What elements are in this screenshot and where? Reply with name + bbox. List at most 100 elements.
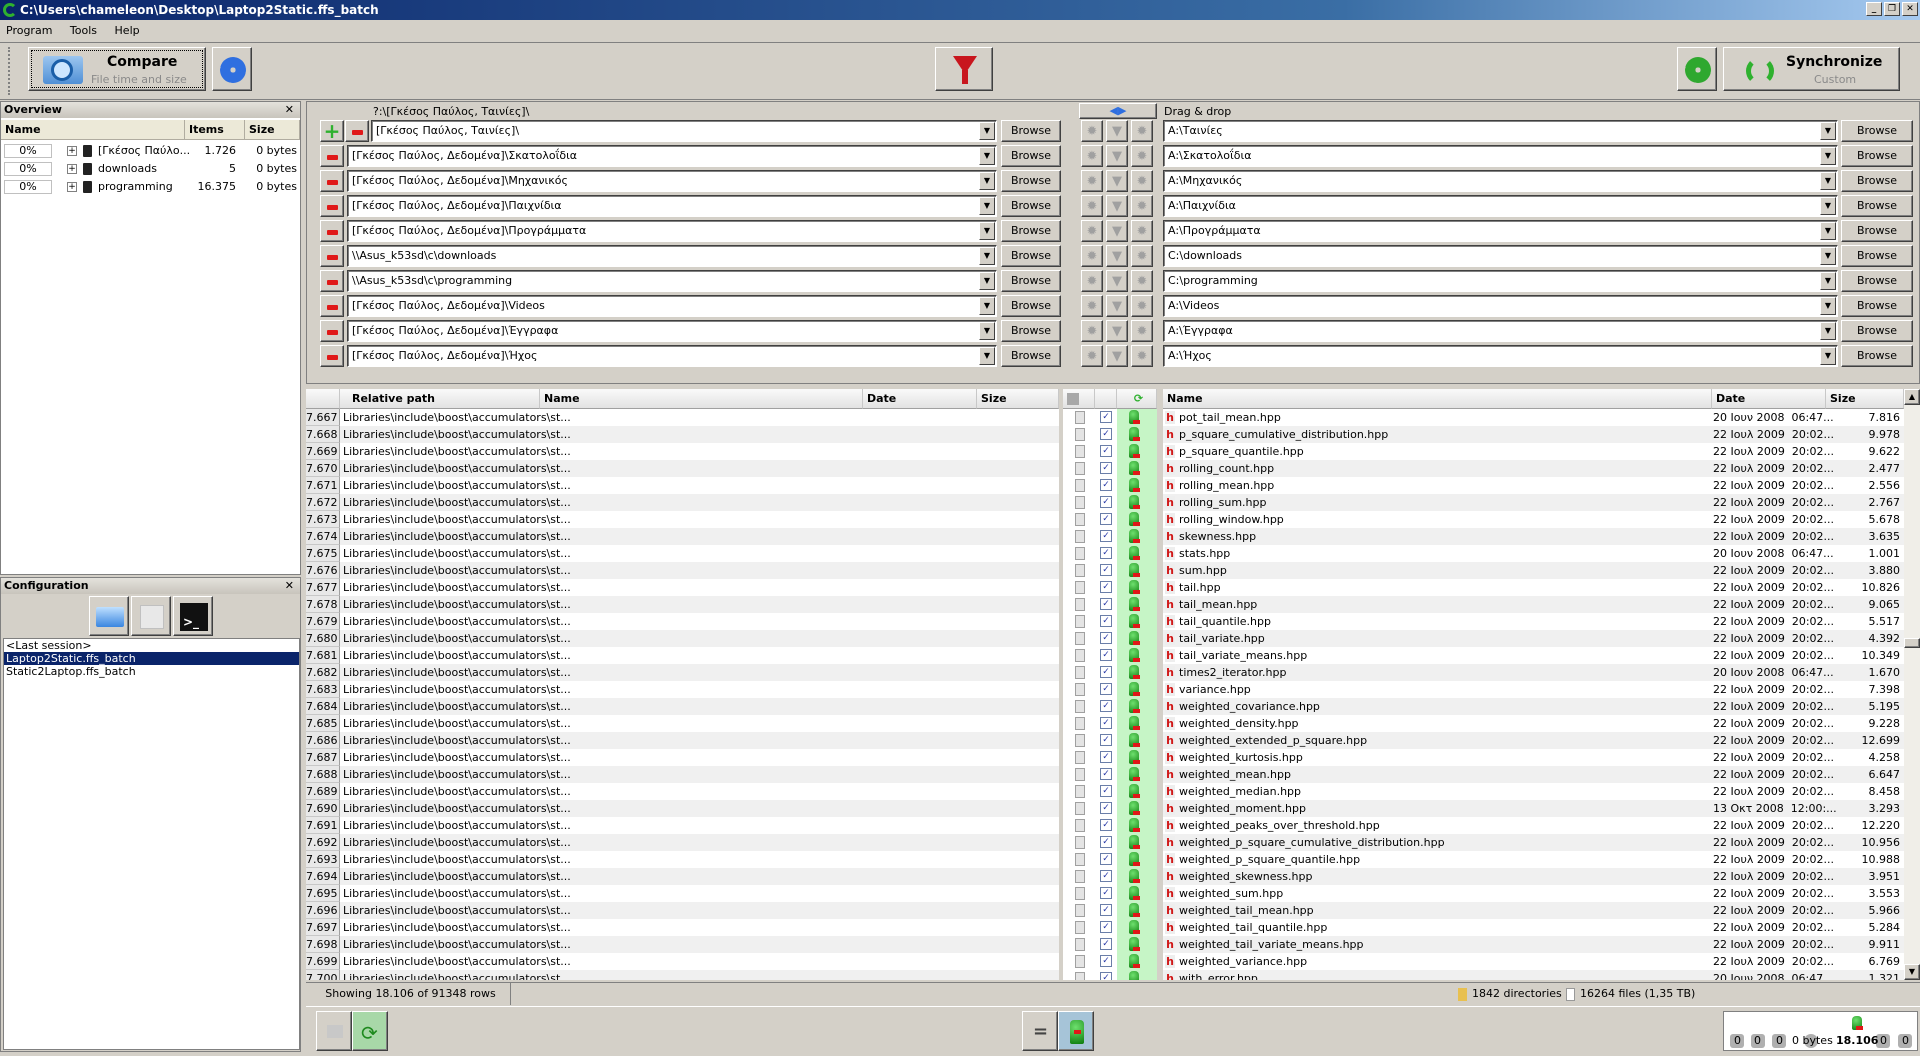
sync-action-icon[interactable] xyxy=(1129,495,1140,509)
toolbar-grip[interactable] xyxy=(8,47,11,95)
left-folder-input[interactable]: \\Asus_k53sd\c\downloads ▼ xyxy=(347,245,997,267)
remove-folder-pair-button[interactable] xyxy=(320,345,344,367)
restore-button[interactable]: ❐ xyxy=(1884,2,1900,16)
column-relative-path[interactable]: Relative path xyxy=(340,389,540,409)
dropdown-button[interactable]: ▼ xyxy=(1820,222,1836,240)
gear-pair-button[interactable]: ✹ xyxy=(1131,145,1153,167)
gear-pair-button[interactable]: ✹ xyxy=(1081,295,1103,317)
right-grid-row[interactable]: h weighted_p_square_cumulative_distributi… xyxy=(1163,834,1904,851)
middle-grid-row[interactable]: ✓ xyxy=(1063,613,1157,630)
dropdown-button[interactable]: ▼ xyxy=(979,197,995,215)
include-checkbox[interactable]: ✓ xyxy=(1100,564,1112,576)
include-checkbox[interactable]: ✓ xyxy=(1100,513,1112,525)
left-browse-button[interactable]: Browse xyxy=(1001,120,1061,142)
left-browse-button[interactable]: Browse xyxy=(1001,245,1061,267)
left-folder-input[interactable]: [Γκέσος Παύλος, Δεδομένα]\Προγράμματα ▼ xyxy=(347,220,997,242)
sync-action-icon[interactable] xyxy=(1129,971,1139,980)
show-equal-button[interactable]: = xyxy=(1022,1011,1058,1051)
middle-grid-row[interactable]: ✓ xyxy=(1063,562,1157,579)
left-grid-row[interactable]: 7.668 Libraries\include\boost\accumulator… xyxy=(306,426,1059,443)
middle-grid-row[interactable]: ✓ xyxy=(1063,596,1157,613)
column-left-size[interactable]: Size xyxy=(977,389,1059,409)
gear-pair-button[interactable]: ✹ xyxy=(1081,320,1103,342)
sync-action-icon[interactable] xyxy=(1129,546,1140,560)
dropdown-button[interactable]: ▼ xyxy=(1820,347,1836,365)
dropdown-button[interactable]: ▼ xyxy=(1820,272,1836,290)
filter-pair-button[interactable]: ▼ xyxy=(1106,345,1128,367)
include-checkbox[interactable]: ✓ xyxy=(1100,666,1112,678)
right-grid-row[interactable]: h weighted_kurtosis.hpp 22 Ιουλ 2009 20:02… xyxy=(1163,749,1904,766)
middle-grid-row[interactable]: ✓ xyxy=(1063,732,1157,749)
right-grid-row[interactable]: h weighted_median.hpp 22 Ιουλ 2009 20:02..… xyxy=(1163,783,1904,800)
left-browse-button[interactable]: Browse xyxy=(1001,170,1061,192)
include-checkbox[interactable]: ✓ xyxy=(1100,615,1112,627)
middle-grid-row[interactable]: ✓ xyxy=(1063,511,1157,528)
gear-pair-button[interactable]: ✹ xyxy=(1131,320,1153,342)
sync-action-icon[interactable] xyxy=(1129,954,1140,968)
dropdown-button[interactable]: ▼ xyxy=(979,347,995,365)
dropdown-button[interactable]: ▼ xyxy=(1820,122,1836,140)
middle-grid-row[interactable]: ✓ xyxy=(1063,800,1157,817)
dropdown-button[interactable]: ▼ xyxy=(1820,172,1836,190)
dropdown-button[interactable]: ▼ xyxy=(979,172,995,190)
middle-grid-row[interactable]: ✓ xyxy=(1063,970,1157,980)
middle-grid-row[interactable]: ✓ xyxy=(1063,426,1157,443)
include-checkbox[interactable]: ✓ xyxy=(1100,921,1112,933)
right-grid-row[interactable]: h skewness.hpp 22 Ιουλ 2009 20:02... 3.635 xyxy=(1163,528,1904,545)
view-action-button[interactable]: ⟳ xyxy=(352,1011,388,1051)
left-folder-input[interactable]: [Γκέσος Παύλος, Δεδομένα]\Ήχος ▼ xyxy=(347,345,997,367)
include-checkbox[interactable]: ✓ xyxy=(1100,853,1112,865)
include-checkbox[interactable]: ✓ xyxy=(1100,462,1112,474)
sync-settings-button[interactable] xyxy=(1677,47,1717,91)
right-grid-row[interactable]: h rolling_sum.hpp 22 Ιουλ 2009 20:02... 2.7… xyxy=(1163,494,1904,511)
left-browse-button[interactable]: Browse xyxy=(1001,195,1061,217)
gear-pair-button[interactable]: ✹ xyxy=(1131,220,1153,242)
left-folder-input[interactable]: [Γκέσος Παύλος, Δεδομένα]\Έγγραφα ▼ xyxy=(347,320,997,342)
column-left-date[interactable]: Date xyxy=(863,389,977,409)
remove-folder-pair-button[interactable] xyxy=(320,220,344,242)
gear-pair-button[interactable]: ✹ xyxy=(1081,345,1103,367)
include-checkbox[interactable]: ✓ xyxy=(1100,751,1112,763)
left-grid-row[interactable]: 7.685 Libraries\include\boost\accumulator… xyxy=(306,715,1059,732)
save-batch-button[interactable]: >_ xyxy=(173,596,213,636)
swap-sides-button[interactable]: ◀▶ xyxy=(1079,103,1157,119)
config-item[interactable]: <Last session> xyxy=(4,639,299,652)
middle-grid-row[interactable]: ✓ xyxy=(1063,664,1157,681)
sync-action-icon[interactable] xyxy=(1129,580,1140,594)
left-grid-row[interactable]: 7.694 Libraries\include\boost\accumulator… xyxy=(306,868,1059,885)
include-checkbox[interactable]: ✓ xyxy=(1100,819,1112,831)
sync-action-icon[interactable] xyxy=(1129,682,1140,696)
right-grid-row[interactable]: h tail_variate.hpp 22 Ιουλ 2009 20:02... 4.… xyxy=(1163,630,1904,647)
configuration-list[interactable]: <Last session> Laptop2Static.ffs_batch Sta… xyxy=(3,638,300,1050)
left-grid-row[interactable]: 7.676 Libraries\include\boost\accumulator… xyxy=(306,562,1059,579)
sync-action-icon[interactable] xyxy=(1129,733,1140,747)
sync-action-icon[interactable] xyxy=(1129,937,1140,951)
right-grid-row[interactable]: h weighted_skewness.hpp 22 Ιουλ 2009 20:02… xyxy=(1163,868,1904,885)
include-checkbox[interactable]: ✓ xyxy=(1100,836,1112,848)
left-grid-row[interactable]: 7.698 Libraries\include\boost\accumulator… xyxy=(306,936,1059,953)
middle-grid-row[interactable]: ✓ xyxy=(1063,834,1157,851)
include-checkbox[interactable]: ✓ xyxy=(1100,938,1112,950)
gear-pair-button[interactable]: ✹ xyxy=(1081,145,1103,167)
filter-pair-button[interactable]: ▼ xyxy=(1106,170,1128,192)
column-items[interactable]: Items xyxy=(185,120,245,140)
left-browse-button[interactable]: Browse xyxy=(1001,220,1061,242)
right-grid-row[interactable]: h weighted_mean.hpp 22 Ιουλ 2009 20:02... 6… xyxy=(1163,766,1904,783)
scroll-up-button[interactable]: ▲ xyxy=(1904,389,1920,405)
dropdown-button[interactable]: ▼ xyxy=(979,122,995,140)
left-grid-row[interactable]: 7.669 Libraries\include\boost\accumulator… xyxy=(306,443,1059,460)
sync-action-icon[interactable] xyxy=(1129,920,1140,934)
add-folder-pair-button[interactable]: + xyxy=(320,120,344,142)
left-grid-row[interactable]: 7.670 Libraries\include\boost\accumulator… xyxy=(306,460,1059,477)
middle-grid-row[interactable]: ✓ xyxy=(1063,528,1157,545)
middle-grid-row[interactable]: ✓ xyxy=(1063,868,1157,885)
left-folder-input[interactable]: [Γκέσος Παύλος, Ταινίες]\ ▼ xyxy=(371,120,997,142)
dropdown-button[interactable]: ▼ xyxy=(979,297,995,315)
dropdown-button[interactable]: ▼ xyxy=(979,147,995,165)
gear-pair-button[interactable]: ✹ xyxy=(1131,295,1153,317)
include-checkbox[interactable]: ✓ xyxy=(1100,955,1112,967)
save-config-button[interactable] xyxy=(131,596,171,636)
right-folder-input[interactable]: A:\Προγράμματα ▼ xyxy=(1163,220,1838,242)
include-checkbox[interactable]: ✓ xyxy=(1100,887,1112,899)
dropdown-button[interactable]: ▼ xyxy=(1820,322,1836,340)
